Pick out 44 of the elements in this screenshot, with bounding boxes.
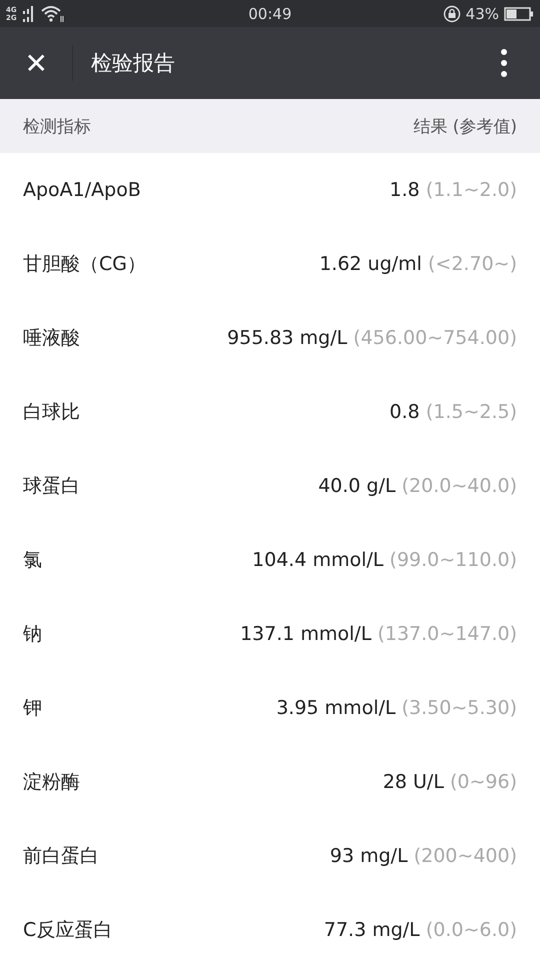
indicator-name: 钾 xyxy=(23,696,42,721)
result-value: 1.62 ug/ml xyxy=(319,253,422,275)
column-header: 检测指标 xyxy=(23,116,91,138)
reference-range: (0.0~6.0) xyxy=(426,919,517,941)
column-header: 结果 (参考值) xyxy=(413,116,517,138)
battery-icon xyxy=(504,6,534,20)
reference-range: (1.5~2.5) xyxy=(426,401,517,423)
indicator-name: 球蛋白 xyxy=(23,474,80,499)
result-value: 104.4 mmol/L xyxy=(252,549,384,571)
close-button[interactable]: ✕ xyxy=(0,27,72,99)
reference-range: (200~400) xyxy=(414,845,517,867)
result-value: 40.0 g/L xyxy=(318,475,396,497)
more-icon[interactable] xyxy=(500,48,508,78)
reference-range: (20.0~40.0) xyxy=(402,475,517,497)
indicator-name: 钠 xyxy=(23,622,42,647)
signal-icon xyxy=(22,4,36,22)
reference-range: (<2.70~) xyxy=(428,253,517,275)
reference-range: (99.0~110.0) xyxy=(390,549,517,571)
rotation-lock-icon xyxy=(442,4,461,22)
page-title: 检验报告 xyxy=(91,50,176,77)
indicator-name: 淀粉酶 xyxy=(23,770,80,795)
result-value: 28 U/L xyxy=(382,771,444,793)
result-value: 3.95 mmol/L xyxy=(276,697,396,719)
reference-range: (3.50~5.30) xyxy=(402,697,517,719)
indicator-name: 甘胆酸（CG） xyxy=(23,252,146,277)
battery-percentage: 43% xyxy=(466,4,499,22)
result-value: 93 mg/L xyxy=(330,845,408,867)
result-value: 955.83 mg/L xyxy=(227,327,348,349)
indicator-name: 唾液酸 xyxy=(23,326,80,351)
indicator-name: C反应蛋白 xyxy=(23,918,112,943)
reference-range: (1.1~2.0) xyxy=(426,179,517,201)
reference-range: (0~96) xyxy=(450,771,517,793)
indicator-name: ApoA1/ApoB xyxy=(23,179,141,201)
result-value: 77.3 mg/L xyxy=(324,919,420,941)
indicator-name: 白球比 xyxy=(23,400,80,425)
wifi-icon xyxy=(40,4,65,22)
reference-range: (137.0~147.0) xyxy=(377,623,517,645)
result-value: 1.8 xyxy=(390,179,420,201)
indicator-name: 前白蛋白 xyxy=(23,844,99,869)
result-value: 137.1 mmol/L xyxy=(240,623,372,645)
clock: 00:49 xyxy=(248,4,292,22)
result-value: 0.8 xyxy=(390,401,420,423)
indicator-name: 氯 xyxy=(23,548,42,573)
reference-range: (456.00~754.00) xyxy=(353,327,517,349)
